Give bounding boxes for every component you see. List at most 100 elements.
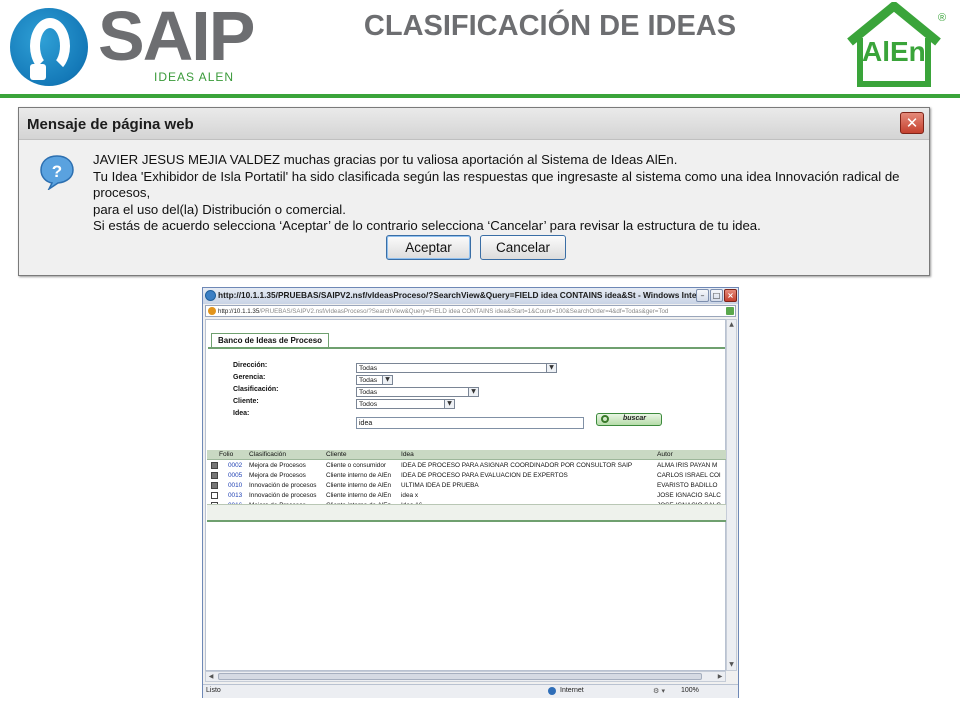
browser-icon [205, 290, 216, 301]
search-icon [601, 415, 609, 423]
gerencia-label: Gerencia: [233, 374, 266, 381]
column-header[interactable]: Cliente [326, 451, 347, 458]
svg-text:?: ? [52, 162, 62, 181]
tab-banco-ideas[interactable]: Banco de Ideas de Proceso [211, 333, 330, 347]
registered-mark: ® [938, 12, 947, 24]
refresh-icon[interactable] [726, 307, 734, 315]
table-row[interactable]: 0002 Mejora de Procesos Cliente o consumid… [207, 461, 726, 471]
dialog-message-line: JAVIER JESUS MEJIA VALDEZ muchas gracias… [93, 152, 678, 167]
table-header: Folio Clasificación Cliente Idea Autor [207, 450, 726, 460]
globe-icon [548, 687, 556, 695]
dialog-titlebar[interactable]: Mensaje de página web ✕ [19, 108, 929, 140]
close-button[interactable]: ✕ [900, 112, 924, 134]
table-footer [207, 504, 726, 522]
status-bar: Listo Internet ⚙ ▾ 100% [203, 684, 738, 698]
column-header[interactable]: Autor [657, 451, 673, 458]
clasificacion-cell: Mejora de Procesos [249, 472, 306, 479]
idea-input[interactable]: idea [356, 417, 584, 429]
browser-window: http://10.1.1.35/PRUEBAS/SAIPV2.nsf/vIde… [202, 287, 739, 698]
security-zone: Internet [560, 687, 584, 694]
message-dialog: Mensaje de página web ✕ ? JAVIER JESUS M… [18, 107, 930, 276]
idea-label: Idea: [233, 410, 250, 417]
tab-divider [208, 347, 725, 349]
scroll-down-icon[interactable]: ▼ [727, 660, 736, 670]
row-checkbox[interactable] [211, 462, 218, 469]
idea-cell: ULTIMA IDEA DE PRUEBA [401, 482, 479, 489]
autor-cell: JOSE IGNACIO SALC [657, 492, 721, 499]
browser-titlebar[interactable]: http://10.1.1.35/PRUEBAS/SAIPV2.nsf/vIde… [203, 288, 738, 304]
row-checkbox[interactable] [211, 492, 218, 499]
clasificacion-cell: Mejora de Procesos [249, 462, 306, 469]
gerencia-select[interactable]: Todas ▼ [356, 375, 393, 385]
dialog-message-line: Tu Idea 'Exhibidor de Isla Portatil' ha … [93, 168, 900, 201]
scroll-up-icon[interactable]: ▲ [727, 320, 736, 330]
autor-cell: ALMA IRIS PAYAN M [657, 462, 718, 469]
status-text: Listo [206, 687, 221, 694]
clasificacion-cell: Innovación de procesos [249, 482, 317, 489]
page-icon [208, 307, 216, 315]
cliente-cell: Cliente interno de AlEn [326, 492, 392, 499]
cliente-cell: Cliente interno de AlEn [326, 472, 392, 479]
alen-logo-word: AlEn [862, 36, 926, 67]
table-row[interactable]: 0005 Mejora de Procesos Cliente interno de… [207, 471, 726, 481]
chevron-down-icon: ▼ [444, 400, 454, 408]
autor-cell: CARLOS ISRAEL COI [657, 472, 721, 479]
column-header[interactable]: Folio [219, 451, 233, 458]
chevron-down-icon: ▼ [546, 364, 556, 372]
scroll-left-icon[interactable]: ◀ [206, 672, 216, 681]
scroll-thumb[interactable] [218, 673, 702, 680]
chevron-down-icon: ▼ [382, 376, 392, 384]
header-divider [0, 94, 960, 98]
alen-logo: AlEn ® [840, 2, 956, 90]
row-checkbox[interactable] [211, 482, 218, 489]
clasificacion-label: Clasificación: [233, 386, 279, 393]
maximize-button[interactable]: □ [710, 289, 723, 302]
direccion-select[interactable]: Todas ▼ [356, 363, 557, 373]
column-header[interactable]: Idea [401, 451, 414, 458]
folio-link[interactable]: 0002 [228, 462, 242, 469]
folio-link[interactable]: 0013 [228, 492, 242, 499]
cliente-label: Cliente: [233, 398, 259, 405]
saip-logo-word: SAIP [98, 0, 255, 75]
zoom-level[interactable]: 100% [681, 687, 699, 694]
clasificacion-select[interactable]: Todas ▼ [356, 387, 479, 397]
idea-cell: IDEA DE PROCESO PARA EVALUACION DE EXPER… [401, 472, 568, 479]
autor-cell: EVARISTO BADILLO [657, 482, 718, 489]
idea-cell: idea x [401, 492, 419, 499]
direccion-label: Dirección: [233, 362, 268, 369]
dialog-message-line: para el uso del(la) Distribución o comer… [93, 201, 346, 217]
question-icon: ? [40, 155, 74, 190]
address-text: http://10.1.1.35/PRUEBAS/SAIPV2.nsf/vIde… [218, 308, 669, 315]
scroll-right-icon[interactable]: ▶ [715, 672, 725, 681]
folio-link[interactable]: 0005 [228, 472, 242, 479]
clasificacion-cell: Innovación de procesos [249, 492, 317, 499]
cliente-select[interactable]: Todos ▼ [356, 399, 455, 409]
address-bar[interactable]: http://10.1.1.35/PRUEBAS/SAIPV2.nsf/vIde… [205, 305, 736, 317]
saip-logo: SAIP IDEAS ALEN [6, 0, 256, 86]
browser-title: http://10.1.1.35/PRUEBAS/SAIPV2.nsf/vIde… [218, 290, 696, 300]
protected-mode-icon[interactable]: ⚙ ▾ [653, 687, 665, 695]
column-header[interactable]: Clasificación [249, 451, 286, 458]
cliente-cell: Cliente interno de AlEn [326, 482, 392, 489]
idea-cell: IDEA DE PROCESO PARA ASIGNAR COORDINADOR… [401, 462, 633, 469]
page-content: Banco de Ideas de Proceso Dirección: Tod… [205, 319, 726, 671]
saip-badge-icon [10, 8, 88, 86]
dialog-message: JAVIER JESUS MEJIA VALDEZ muchas gracias… [93, 152, 923, 235]
accept-button[interactable]: Aceptar [386, 235, 471, 260]
chevron-down-icon: ▼ [468, 388, 478, 396]
page-title: CLASIFICACIÓN DE IDEAS [363, 10, 737, 42]
saip-logo-subtitle: IDEAS ALEN [154, 70, 235, 84]
vertical-scrollbar[interactable]: ▲ ▼ [726, 319, 737, 671]
row-checkbox[interactable] [211, 472, 218, 479]
folio-link[interactable]: 0010 [228, 482, 242, 489]
table-row[interactable]: 0010 Innovación de procesos Cliente intern… [207, 481, 726, 491]
cancel-button[interactable]: Cancelar [480, 235, 566, 260]
dialog-message-line: Si estás de acuerdo selecciona ‘Aceptar’… [93, 218, 761, 233]
window-close-button[interactable]: × [724, 289, 737, 302]
search-button[interactable]: buscar [596, 413, 662, 426]
dialog-title: Mensaje de página web [27, 116, 194, 133]
cliente-cell: Cliente o consumidor [326, 462, 387, 469]
minimize-button[interactable]: – [696, 289, 709, 302]
table-row[interactable]: 0013 Innovación de procesos Cliente intern… [207, 491, 726, 501]
horizontal-scrollbar[interactable]: ◀ ▶ [205, 671, 726, 682]
